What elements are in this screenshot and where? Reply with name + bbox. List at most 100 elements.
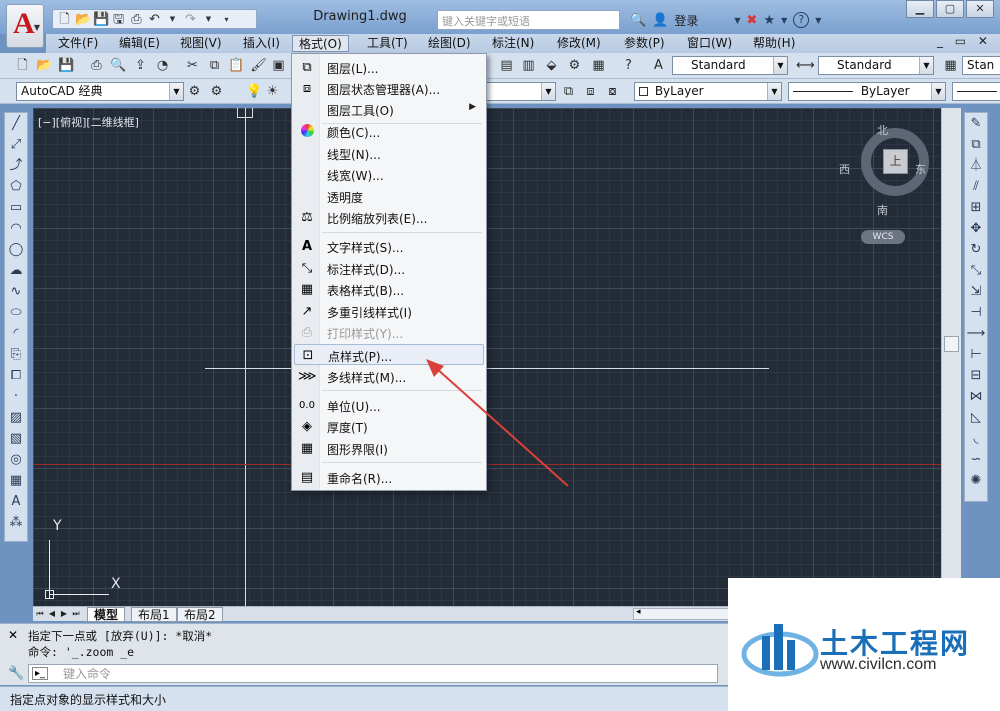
menu-dimension[interactable]: 标注(N) [486, 35, 540, 52]
fillet-icon[interactable]: ◟ [965, 428, 987, 449]
offset-icon[interactable]: ⫽ [965, 176, 987, 197]
tool-palettes-icon[interactable]: ▥ [520, 57, 537, 74]
redo-icon[interactable]: ↷ [183, 12, 198, 27]
next-tab-icon[interactable]: ▶ [59, 608, 69, 620]
line-icon[interactable]: ╱ [5, 113, 27, 134]
menu-format[interactable]: 格式(O) [292, 35, 349, 52]
circle-icon[interactable]: ◯ [5, 239, 27, 260]
sheet-set-icon[interactable]: ⬙ [543, 57, 560, 74]
workspace-settings-icon[interactable]: ⚙ [186, 83, 203, 100]
menu-item-lineweight[interactable]: 线宽(W)... [294, 164, 484, 185]
polygon-icon[interactable]: ⬠ [5, 176, 27, 197]
rotate-icon[interactable]: ↻ [965, 239, 987, 260]
user-icon[interactable]: 👤 [652, 13, 668, 28]
first-tab-icon[interactable]: ⏮ [35, 608, 45, 620]
table-style-select[interactable]: Stan [962, 56, 1000, 75]
cut-icon[interactable]: ✂ [184, 57, 201, 74]
wrench-icon[interactable]: 🔧 [8, 666, 24, 681]
rectangle-icon[interactable]: ▭ [5, 197, 27, 218]
chevron-down-icon[interactable]: ▼ [734, 16, 740, 25]
workspace-select[interactable]: AutoCAD 经典 ▼ [16, 82, 184, 101]
design-center-icon[interactable]: ▤ [498, 57, 515, 74]
lineweight-select[interactable] [952, 82, 1000, 101]
text-style-select[interactable]: Standard ▼ [672, 56, 788, 75]
print-icon[interactable]: ⎙ [129, 12, 144, 27]
save-icon[interactable]: 💾 [58, 57, 75, 74]
menu-edit[interactable]: 编辑(E) [113, 35, 166, 52]
point-icon[interactable]: · [5, 386, 27, 407]
viewport-controls-label[interactable]: [−][俯视][二维线框] [38, 114, 139, 130]
redo-dropdown-icon[interactable]: ▼ [201, 12, 216, 27]
menu-item-layer[interactable]: ⧉ 图层(L)... [294, 57, 484, 78]
print-icon[interactable]: ⎙ [88, 57, 105, 74]
break-icon[interactable]: ⊟ [965, 365, 987, 386]
color-select[interactable]: ByLayer ▼ [634, 82, 782, 101]
scrollbar-thumb[interactable] [944, 336, 959, 352]
move-icon[interactable]: ✥ [965, 218, 987, 239]
menu-modify[interactable]: 修改(M) [551, 35, 607, 52]
explode-icon[interactable]: ✺ [965, 470, 987, 491]
paste-icon[interactable]: 📋 [228, 57, 245, 74]
undo-icon[interactable]: ↶ [147, 12, 162, 27]
vertical-scrollbar[interactable] [941, 108, 961, 606]
menu-file[interactable]: 文件(F) [52, 35, 104, 52]
linetype-select[interactable]: ByLayer ▼ [788, 82, 946, 101]
menu-item-dim-style[interactable]: ⤡ 标注样式(D)... [294, 258, 484, 279]
command-input[interactable]: ▸_ 键入命令 [28, 664, 718, 683]
calculator-icon[interactable]: ▦ [590, 57, 607, 74]
customize-qat-icon[interactable]: ▾ [219, 12, 234, 27]
menu-item-scale-list[interactable]: ⚖ 比例缩放列表(E)... [294, 207, 484, 228]
menu-item-transparency[interactable]: 透明度 [294, 186, 484, 207]
layer-previous-icon[interactable]: ⧈ [582, 83, 599, 100]
customize-icon[interactable]: ⚙ [208, 83, 225, 100]
save-icon[interactable]: 💾 [93, 12, 109, 27]
3d-print-icon[interactable]: ◔ [154, 57, 171, 74]
copy-object-icon[interactable]: ⧉ [965, 134, 987, 155]
menu-item-units[interactable]: 0.0 单位(U)... [294, 395, 484, 416]
menu-item-text-style[interactable]: A 文字样式(S)... [294, 236, 484, 257]
menu-insert[interactable]: 插入(I) [237, 35, 286, 52]
make-current-layer-icon[interactable]: ⧉ [560, 83, 577, 100]
gradient-icon[interactable]: ▧ [5, 428, 27, 449]
revision-cloud-icon[interactable]: ☁ [5, 260, 27, 281]
lightbulb-icon[interactable]: 💡 [246, 83, 263, 100]
print-preview-icon[interactable]: 🔍 [110, 57, 127, 74]
stay-connected-icon[interactable]: ★ [763, 13, 775, 28]
ellipse-icon[interactable]: ⬭ [5, 302, 27, 323]
viewcube-east[interactable]: 东 [915, 161, 926, 177]
menu-item-thickness[interactable]: ◈ 厚度(T) [294, 416, 484, 437]
new-file-icon[interactable]: 🗋 [57, 12, 72, 27]
stretch-icon[interactable]: ⇲ [965, 281, 987, 302]
insert-block-icon[interactable]: ⎘ [5, 344, 27, 365]
exchange-icon[interactable]: ✖ [747, 13, 758, 28]
open-icon[interactable]: 📂 [36, 57, 53, 74]
polyline-icon[interactable]: ⤴ [5, 155, 27, 176]
array-icon[interactable]: ⊞ [965, 197, 987, 218]
application-menu-button[interactable]: A ▼ [6, 4, 44, 48]
multiline-text-icon[interactable]: A [5, 491, 27, 512]
search-input[interactable]: 键入关键字或短语 [437, 10, 620, 30]
tab-model[interactable]: 模型 [87, 607, 126, 622]
menu-view[interactable]: 视图(V) [174, 35, 228, 52]
undo-dropdown-icon[interactable]: ▼ [165, 12, 180, 27]
help-icon[interactable]: ? [620, 57, 637, 74]
construction-line-icon[interactable]: ⤢ [5, 134, 27, 155]
tab-layout2[interactable]: 布局2 [177, 607, 223, 622]
menu-item-rename[interactable]: ▤ 重命名(R)... [294, 467, 484, 488]
menu-item-table-style[interactable]: ▦ 表格样式(B)... [294, 279, 484, 300]
new-icon[interactable]: 🗋 [14, 57, 31, 74]
tab-layout1[interactable]: 布局1 [131, 607, 177, 622]
layer-isolate-icon[interactable]: ⧇ [604, 83, 621, 100]
region-icon[interactable]: ◎ [5, 449, 27, 470]
arc-icon[interactable]: ◠ [5, 218, 27, 239]
drawing-area[interactable]: [−][俯视][二维线框] Y X 上 北 南 西 东 WCS [33, 108, 941, 606]
login-link[interactable]: 登录 [674, 12, 698, 29]
wcs-menu[interactable]: WCS [861, 230, 905, 244]
scale-icon[interactable]: ⤡ [965, 260, 987, 281]
open-file-icon[interactable]: 📂 [75, 12, 91, 27]
chamfer-icon[interactable]: ◺ [965, 407, 987, 428]
spline-icon[interactable]: ∿ [5, 281, 27, 302]
join-icon[interactable]: ⋈ [965, 386, 987, 407]
command-prompt-icon[interactable]: ▸_ [32, 667, 49, 680]
blend-curves-icon[interactable]: ∽ [965, 449, 987, 470]
